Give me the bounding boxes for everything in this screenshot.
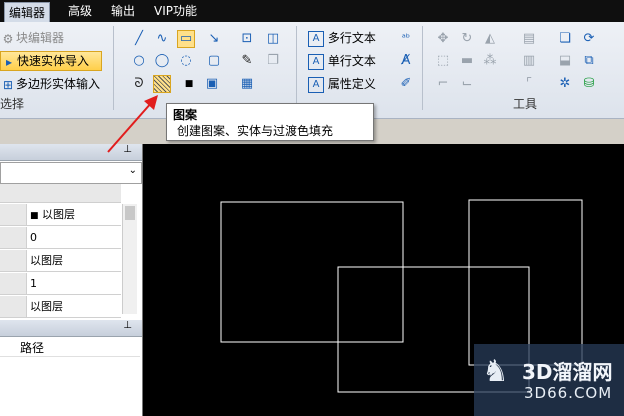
polygon-entity-input-button[interactable]: ⊞ 多边形实体输入 (0, 74, 100, 94)
multiline-text-icon: A (308, 30, 324, 47)
multiline-text-button[interactable]: A 多行文本 (308, 28, 376, 48)
ribbon-separator (296, 26, 297, 110)
rotate-icon[interactable]: ↻ (458, 30, 476, 48)
menu-output[interactable]: 输出 (107, 0, 139, 22)
select-group-label: 选择 (0, 97, 25, 111)
lower-panel-header: ⊥ (0, 320, 142, 337)
scale-icon[interactable]: ⬚ (434, 52, 452, 70)
rectangle-shape[interactable] (220, 201, 404, 343)
table-icon[interactable]: ▦ (238, 75, 256, 93)
pin-icon[interactable]: ⊥ (123, 320, 132, 331)
menu-bar: 编辑器 高级 输出 VIP功能 (0, 0, 624, 23)
deer-logo-icon: ♞ (482, 354, 509, 389)
single-line-text-icon: A (308, 53, 324, 70)
edit-text-icon[interactable]: ✐ (397, 75, 415, 93)
scrollbar[interactable] (122, 204, 137, 314)
object-selector[interactable]: ⌄ (0, 162, 142, 184)
arc-icon[interactable]: ◌ (177, 52, 195, 70)
rectangle-icon[interactable]: ▭ (177, 30, 195, 48)
image-icon[interactable]: ▣ (203, 75, 221, 93)
quick-import-label: 快速实体导入 (17, 54, 90, 68)
table-row[interactable]: 以图层 (0, 296, 121, 318)
fillet-icon[interactable]: ⌜ (520, 75, 538, 93)
scrollbar-thumb[interactable] (125, 206, 135, 220)
attribute-definition-label: 属性定义 (327, 77, 376, 91)
mirror-icon[interactable]: ◭ (481, 30, 499, 48)
arrow-shaft (107, 101, 153, 153)
refresh-icon[interactable]: ⟳ (580, 30, 598, 48)
properties-header-row (0, 184, 121, 203)
single-line-text-label: 单行文本 (327, 54, 376, 68)
attribute-definition-button[interactable]: A 属性定义 (308, 74, 376, 94)
explode-icon[interactable]: ⬓ (556, 52, 574, 70)
block-editor-icon: ⚙ (2, 31, 14, 46)
pointer-arrow (107, 95, 158, 153)
extend-icon[interactable]: ⌙ (458, 75, 476, 93)
rectangle-shape[interactable] (468, 199, 583, 366)
properties-panel: ⊥ ⌄ ■ 以图层 0 以图层 1 以图层 ⊥ 路径 (0, 144, 142, 416)
watermark-text: 3D溜溜网 (522, 360, 613, 384)
block-editor-button[interactable]: ⚙ 块编辑器 (0, 28, 64, 48)
polyline-icon[interactable]: ∿ (153, 30, 171, 48)
row-value: 以图层 (30, 300, 63, 313)
table-row[interactable]: 1 (0, 273, 121, 295)
quick-import-icon: ▸ (5, 54, 13, 69)
move-icon[interactable]: ✥ (434, 30, 452, 48)
color-swatch-icon: ■ (30, 211, 39, 221)
row-value: ■ 以图层 (30, 204, 75, 225)
layer-icon[interactable]: ❏ (556, 30, 574, 48)
group-icon[interactable]: ▤ (520, 30, 538, 48)
tools-group-label: 工具 (513, 97, 538, 111)
tooltip-title: 图案 (173, 108, 198, 122)
find-text-icon[interactable]: ᵃᵇ (397, 30, 415, 48)
line-icon[interactable]: ╱ (130, 30, 148, 48)
ungroup-icon[interactable]: ▥ (520, 52, 538, 70)
table-row[interactable]: ■ 以图层 (0, 204, 121, 226)
menu-editor[interactable]: 编辑器 (4, 2, 51, 23)
attribute-definition-icon: A (308, 76, 324, 93)
watermark-subtext: 3D66.COM (524, 384, 613, 402)
insert-block-icon[interactable]: ⊡ (238, 30, 256, 48)
quick-entity-import-button[interactable]: ▸ 快速实体导入 (0, 51, 102, 71)
circle-icon[interactable]: ○ (130, 52, 148, 70)
row-text: 以图层 (42, 208, 76, 221)
menu-advanced[interactable]: 高级 (64, 0, 96, 22)
ribbon-separator (422, 26, 423, 110)
dimension-icon[interactable]: ◫ (264, 30, 282, 48)
row-value: 0 (30, 231, 37, 244)
single-line-text-button[interactable]: A 单行文本 (308, 51, 376, 71)
block-editor-label: 块编辑器 (16, 31, 65, 45)
path-column-header: 路径 (20, 341, 45, 355)
point-icon[interactable]: ■ (180, 75, 198, 93)
spline-icon[interactable]: ↘ (205, 30, 223, 48)
properties-icon[interactable]: ⧉ (580, 52, 598, 70)
polygon-input-icon: ⊞ (2, 77, 14, 92)
polygon-input-label: 多边形实体输入 (16, 77, 101, 91)
row-value: 以图层 (30, 254, 63, 267)
multiline-text-label: 多行文本 (327, 31, 376, 45)
trim-icon[interactable]: ⌐ (434, 75, 452, 93)
ellipse-icon[interactable]: ◯ (153, 52, 171, 70)
table-row[interactable]: 以图层 (0, 250, 121, 272)
copy-icon[interactable]: ❐ (264, 52, 282, 70)
watermark: ♞ 3D溜溜网 3D66.COM (474, 344, 624, 416)
region-icon[interactable]: ▢ (205, 52, 223, 70)
tooltip-description: 创建图案、实体与过渡色填充 (177, 124, 334, 138)
row-value: 1 (30, 277, 37, 290)
array-icon[interactable]: ⁂ (481, 52, 499, 70)
table-row[interactable]: 0 (0, 227, 121, 249)
brush-icon[interactable]: ✎ (238, 52, 256, 70)
text-style-icon[interactable]: A̸ (397, 52, 415, 70)
save-block-icon[interactable]: ⛁ (580, 75, 598, 93)
lower-panel-column-row: 路径 (0, 338, 140, 357)
menu-vip[interactable]: VIP功能 (150, 0, 201, 22)
purge-icon[interactable]: ✲ (556, 75, 574, 93)
stretch-icon[interactable]: ▬ (458, 52, 476, 70)
hatch-tooltip: 图案 创建图案、实体与过渡色填充 (166, 103, 374, 141)
chevron-down-icon: ⌄ (128, 165, 137, 176)
